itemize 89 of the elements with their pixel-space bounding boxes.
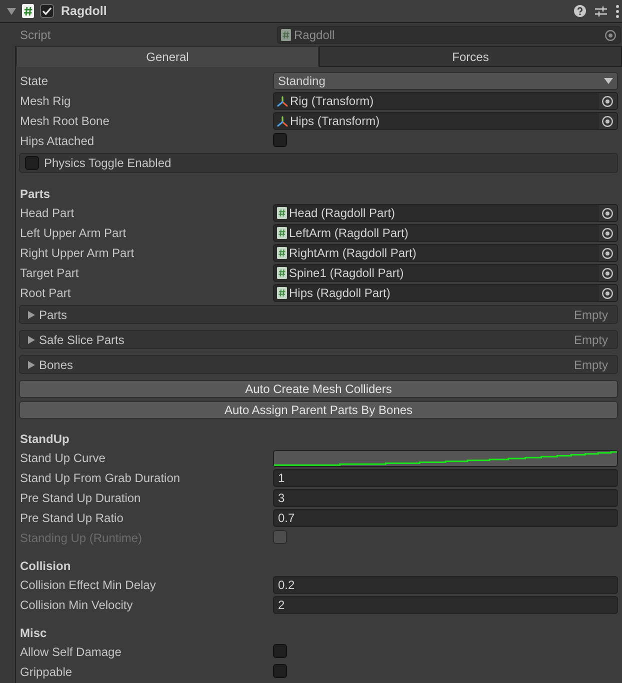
- field-label: Hips Attached: [19, 134, 96, 148]
- script-icon: [277, 207, 287, 219]
- section-header: Collision: [19, 558, 72, 575]
- number-field[interactable]: 2: [273, 596, 618, 614]
- list-foldout[interactable]: Parts Empty: [19, 305, 618, 324]
- object-picker-button[interactable]: [599, 265, 617, 281]
- object-field[interactable]: RightArm (Ragdoll Part): [273, 244, 618, 262]
- list-foldout[interactable]: Safe Slice Parts Empty: [19, 330, 618, 349]
- action-button[interactable]: Auto Assign Parent Parts By Bones: [19, 401, 618, 419]
- foldout-label: Bones: [39, 358, 74, 372]
- sliders-icon[interactable]: [595, 6, 607, 16]
- script-icon: [281, 29, 291, 41]
- script-icon: [277, 267, 287, 279]
- checkbox[interactable]: [273, 132, 287, 146]
- field-label: Head Part: [19, 206, 76, 220]
- list-foldout[interactable]: Bones Empty: [19, 355, 618, 374]
- target-icon: [602, 248, 612, 258]
- script-icon: [22, 4, 34, 18]
- field-label: Pre Stand Up Duration: [19, 491, 142, 505]
- target-icon: [605, 30, 616, 40]
- number-field[interactable]: 0.2: [273, 576, 618, 594]
- checkbox[interactable]: [273, 664, 287, 678]
- caret-icon: [604, 78, 613, 84]
- checkbox[interactable]: [25, 156, 39, 170]
- list-size-label: Empty: [574, 358, 608, 372]
- section-header: Parts: [19, 186, 52, 203]
- section-header: StandUp: [19, 431, 70, 448]
- section-header: Misc: [19, 625, 48, 642]
- field-label: Mesh Rig: [19, 94, 72, 108]
- foldout-arrow-icon[interactable]: [28, 360, 35, 368]
- tab[interactable]: Forces: [319, 46, 622, 67]
- tab[interactable]: General: [16, 46, 319, 67]
- object-picker-button[interactable]: [599, 225, 617, 241]
- target-icon: [602, 268, 612, 278]
- foldout-label: Parts: [39, 308, 68, 322]
- field-label: Root Part: [19, 286, 72, 300]
- help-icon[interactable]: [574, 5, 586, 17]
- script-icon: [277, 247, 287, 259]
- object-picker-button[interactable]: [599, 93, 617, 109]
- field-label: Collision Effect Min Delay: [19, 578, 157, 592]
- enable-checkbox[interactable]: [40, 4, 54, 18]
- script-icon: [277, 287, 287, 299]
- object-field[interactable]: Spine1 (Ragdoll Part): [273, 264, 618, 282]
- field-label: Script: [20, 28, 52, 42]
- target-icon: [602, 96, 612, 106]
- field-label: Mesh Root Bone: [19, 114, 110, 128]
- checkbox-label: Physics Toggle Enabled: [44, 156, 172, 170]
- field-label: Grippable: [19, 665, 74, 679]
- object-field[interactable]: Hips (Transform): [273, 112, 618, 130]
- field-label: State: [19, 74, 50, 88]
- object-picker-button[interactable]: [599, 245, 617, 261]
- object-picker-button[interactable]: [599, 113, 617, 129]
- list-size-label: Empty: [574, 332, 608, 346]
- list-size-label: Empty: [574, 308, 608, 322]
- target-icon: [602, 228, 612, 238]
- number-field[interactable]: 3: [273, 489, 618, 507]
- transform-icon: [277, 116, 288, 126]
- foldout-label: Safe Slice Parts: [39, 332, 126, 346]
- more-options-icon[interactable]: [616, 4, 619, 18]
- component-title: Ragdoll: [61, 4, 107, 18]
- field-label: Collision Min Velocity: [19, 598, 134, 612]
- check-icon: [42, 7, 52, 15]
- target-icon: [602, 208, 612, 218]
- foldout-arrow-icon[interactable]: [28, 336, 35, 344]
- action-button[interactable]: Auto Create Mesh Colliders: [19, 380, 618, 398]
- transform-icon: [277, 96, 288, 106]
- number-field[interactable]: 1: [273, 469, 618, 487]
- field-label: Allow Self Damage: [19, 645, 122, 659]
- script-icon: [277, 227, 287, 239]
- target-icon: [602, 288, 612, 298]
- field-label: Left Upper Arm Part: [19, 226, 128, 240]
- field-label: Pre Stand Up Ratio: [19, 511, 124, 525]
- field-label: Stand Up From Grab Duration: [19, 471, 182, 485]
- foldout-arrow-icon[interactable]: [28, 310, 35, 318]
- object-field[interactable]: LeftArm (Ragdoll Part): [273, 224, 618, 242]
- field-label: Target Part: [19, 266, 80, 280]
- foldout-arrow-icon[interactable]: [7, 8, 16, 14]
- object-field[interactable]: Head (Ragdoll Part): [273, 204, 618, 222]
- script-field: Ragdoll: [277, 26, 621, 44]
- dropdown[interactable]: Standing: [273, 72, 618, 90]
- field-label: Right Upper Arm Part: [19, 246, 136, 260]
- object-picker-button[interactable]: [599, 205, 617, 221]
- checkbox[interactable]: [273, 644, 287, 658]
- object-picker-button[interactable]: [599, 285, 617, 301]
- object-field[interactable]: Rig (Transform): [273, 92, 618, 110]
- number-field[interactable]: 0.7: [273, 509, 618, 527]
- target-icon: [602, 116, 612, 126]
- object-field[interactable]: Hips (Ragdoll Part): [273, 284, 618, 302]
- field-label: Stand Up Curve: [19, 451, 106, 465]
